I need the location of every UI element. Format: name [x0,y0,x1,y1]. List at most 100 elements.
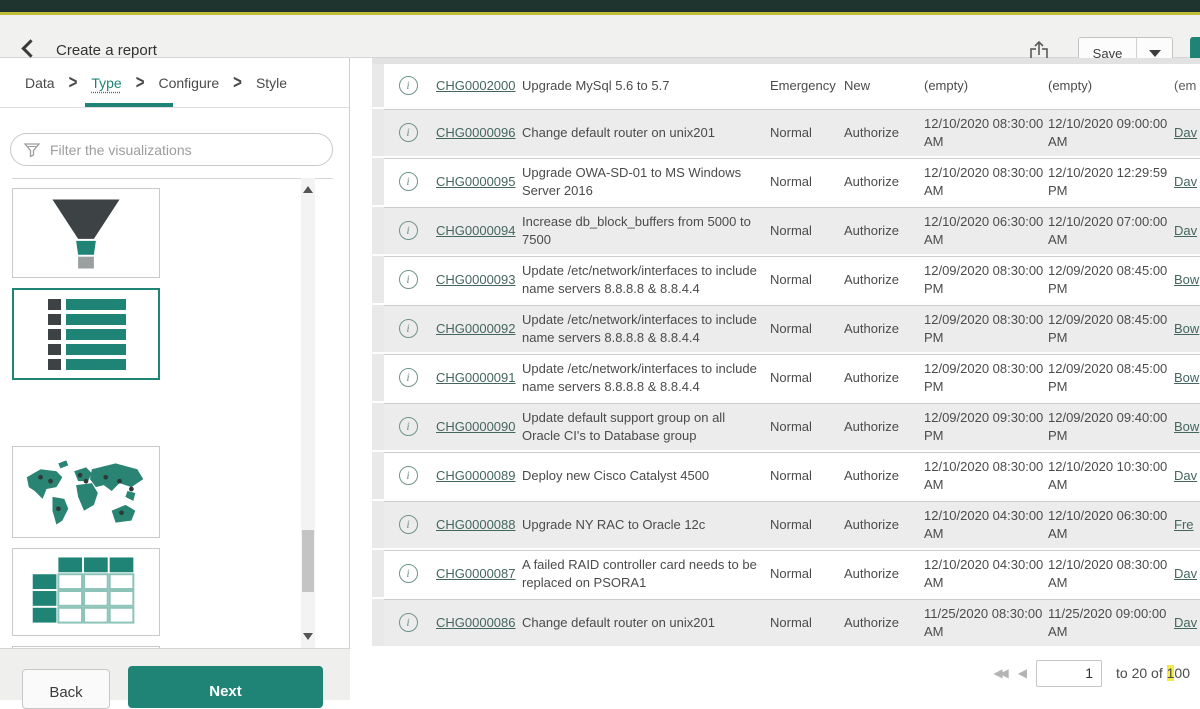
assigned-to-link[interactable]: (em [1174,78,1196,93]
app-header: Create a report Save [0,15,1200,58]
table-row[interactable]: i CHG0000096 Change default router on un… [372,107,1200,156]
pagination-total: 100 [1167,665,1190,681]
previous-page-icon[interactable]: ◀ [1018,666,1024,680]
change-number-link[interactable]: CHG0000093 [436,272,516,287]
state-cell: Authorize [844,158,924,205]
viz-thumb-heatmap-table[interactable] [12,548,160,636]
change-number-link[interactable]: CHG0000091 [436,370,516,385]
start-date-cell: 12/10/2020 06:30:00 AM [924,207,1048,254]
viz-thumb-world-map[interactable] [12,446,160,538]
world-map-icon [13,447,159,537]
info-icon[interactable]: i [399,319,418,338]
viz-list-scrollbar[interactable] [301,178,315,648]
info-icon[interactable]: i [399,613,418,632]
table-row[interactable]: i CHG0000089 Deploy new Cisco Catalyst 4… [372,450,1200,499]
change-number-link[interactable]: CHG0002000 [436,78,516,93]
back-button[interactable]: Back [22,669,110,709]
assigned-to-link[interactable]: Bow [1174,321,1199,336]
info-icon[interactable]: i [399,417,418,436]
wizard-footer: Back Next [0,648,350,700]
row-info-cell: i [384,207,436,254]
info-icon[interactable]: i [399,466,418,485]
assigned-to-link[interactable]: Bow [1174,419,1199,434]
page-number-input[interactable] [1036,660,1102,687]
viz-thumb-funnel[interactable] [12,188,160,278]
table-row[interactable]: i CHG0000093 Update /etc/network/interfa… [372,254,1200,303]
change-number-cell: CHG0000095 [436,158,522,205]
short-description-cell: Update /etc/network/interfaces to includ… [522,354,764,401]
next-button[interactable]: Next [128,666,323,708]
row-gutter [372,452,384,499]
info-icon[interactable]: i [399,76,418,95]
table-row[interactable]: i CHG0000095 Upgrade OWA-SD-01 to MS Win… [372,156,1200,205]
change-number-link[interactable]: CHG0000087 [436,566,516,581]
step-style[interactable]: Style [256,75,287,91]
assigned-to-link[interactable]: Dav [1174,468,1197,483]
change-number-link[interactable]: CHG0000095 [436,174,516,189]
table-row[interactable]: i CHG0002000 Upgrade MySql 5.6 to 5.7 Em… [372,64,1200,107]
change-number-link[interactable]: CHG0000089 [436,468,516,483]
assigned-to-cell: Dav [1174,550,1200,597]
step-type[interactable]: Type [91,75,121,91]
pagination-bar: ◀◀ ◀ to 20 of 100 [993,656,1190,690]
change-number-link[interactable]: CHG0000094 [436,223,516,238]
first-page-icon[interactable]: ◀◀ [993,666,1005,680]
info-icon[interactable]: i [399,368,418,387]
info-icon[interactable]: i [399,515,418,534]
list-icon [14,290,158,378]
viz-thumb-list[interactable] [12,288,160,380]
assigned-to-link[interactable]: Dav [1174,174,1197,189]
priority-cell: Normal [764,305,844,352]
change-number-link[interactable]: CHG0000096 [436,125,516,140]
visualization-type-list [0,178,350,648]
assigned-to-link[interactable]: Dav [1174,125,1197,140]
row-info-cell: i [384,158,436,205]
row-info-cell: i [384,109,436,156]
assigned-to-link[interactable]: Dav [1174,615,1197,630]
assigned-to-link[interactable]: Bow [1174,370,1199,385]
report-preview-area: i CHG0002000 Upgrade MySql 5.6 to 5.7 Em… [351,58,1200,700]
page-title: Create a report [56,42,157,59]
assigned-to-cell: Dav [1174,452,1200,499]
change-number-link[interactable]: CHG0000090 [436,419,516,434]
table-row[interactable]: i CHG0000092 Update /etc/network/interfa… [372,303,1200,352]
priority-cell: Normal [764,599,844,646]
short-description-cell: Upgrade NY RAC to Oracle 12c [522,501,764,548]
filter-input[interactable] [50,142,332,158]
priority-cell: Normal [764,403,844,450]
end-date-cell: 12/10/2020 09:00:00 AM [1048,109,1174,156]
step-separator-icon: > [233,71,242,93]
table-row[interactable]: i CHG0000091 Update /etc/network/interfa… [372,352,1200,401]
scroll-down-icon[interactable] [303,633,313,640]
assigned-to-link[interactable]: Dav [1174,223,1197,238]
info-icon[interactable]: i [399,221,418,240]
scrollbar-thumb[interactable] [302,530,314,592]
funnel-chart-icon [13,189,159,277]
change-number-link[interactable]: CHG0000092 [436,321,516,336]
table-row[interactable]: i CHG0000087 A failed RAID controller ca… [372,548,1200,597]
step-configure[interactable]: Configure [158,75,219,91]
row-gutter [372,501,384,548]
assigned-to-link[interactable]: Dav [1174,566,1197,581]
table-row[interactable]: i CHG0000090 Update default support grou… [372,401,1200,450]
info-icon[interactable]: i [399,172,418,191]
end-date-cell: 11/25/2020 09:00:00 AM [1048,599,1174,646]
assigned-to-link[interactable]: Fre [1174,517,1194,532]
change-number-link[interactable]: CHG0000088 [436,517,516,532]
short-description-cell: Update /etc/network/interfaces to includ… [522,305,764,352]
short-description-cell: Deploy new Cisco Catalyst 4500 [522,452,764,499]
info-icon[interactable]: i [399,270,418,289]
step-data[interactable]: Data [25,75,55,91]
info-icon[interactable]: i [399,564,418,583]
state-cell: Authorize [844,501,924,548]
info-icon[interactable]: i [399,123,418,142]
change-number-link[interactable]: CHG0000086 [436,615,516,630]
assigned-to-link[interactable]: Bow [1174,272,1199,287]
table-row[interactable]: i CHG0000086 Change default router on un… [372,597,1200,646]
back-arrow-icon[interactable] [21,39,39,57]
table-row[interactable]: i CHG0000088 Upgrade NY RAC to Oracle 12… [372,499,1200,548]
scroll-up-icon[interactable] [303,186,313,193]
end-date-cell: 12/10/2020 06:30:00 AM [1048,501,1174,548]
row-info-cell: i [384,452,436,499]
table-row[interactable]: i CHG0000094 Increase db_block_buffers f… [372,205,1200,254]
